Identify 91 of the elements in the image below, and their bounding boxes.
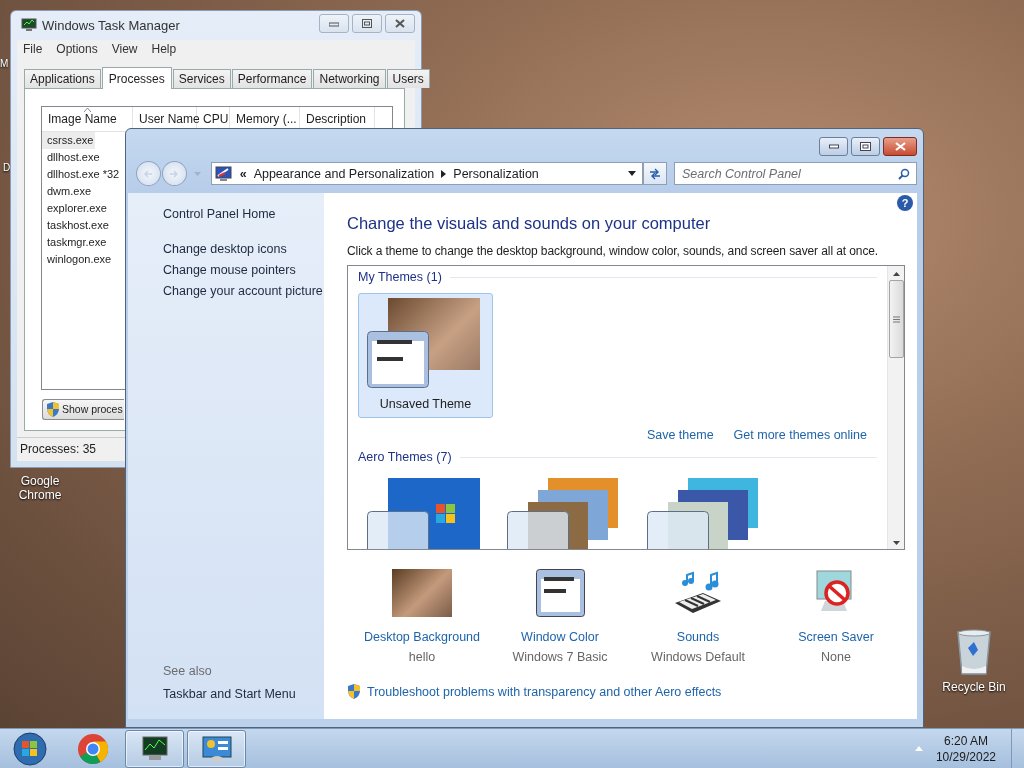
tab[interactable]: Performance	[231, 68, 313, 88]
show-processes-button[interactable]: Show proces	[42, 398, 124, 420]
process-row[interactable]: taskhost.exe	[42, 216, 111, 234]
desktop-icon-label[interactable]: D	[3, 162, 11, 173]
search-field[interactable]: Search Control Panel	[674, 162, 917, 185]
windows-logo-icon	[13, 731, 47, 766]
tab[interactable]: Applications	[24, 68, 101, 88]
setting-link[interactable]: Desktop Background	[363, 630, 480, 644]
theme-link[interactable]: Get more themes online	[733, 428, 867, 442]
setting-value: hello	[408, 650, 436, 664]
process-row[interactable]: winlogon.exe	[42, 250, 114, 268]
scroll-down-arrow-icon[interactable]	[892, 541, 900, 545]
process-row[interactable]: dllhost.exe *32	[42, 165, 122, 183]
chrome-icon	[76, 732, 109, 765]
shield-icon	[46, 401, 60, 417]
menu-item[interactable]: Options	[56, 42, 98, 57]
setting-value: None	[821, 650, 851, 664]
back-arrow-icon	[143, 169, 154, 178]
scrollbar[interactable]	[887, 266, 904, 549]
window-title: Windows Task Manager	[42, 17, 180, 33]
recycle-bin-icon[interactable]	[954, 628, 994, 676]
tab[interactable]: Processes	[101, 66, 172, 89]
process-row[interactable]: dllhost.exe	[42, 148, 102, 166]
menu-item[interactable]: File	[23, 42, 43, 57]
group-heading: Aero Themes (7)	[358, 450, 452, 464]
sidebar-link[interactable]: Control Panel Home	[163, 207, 324, 221]
tab[interactable]: Users	[386, 68, 430, 88]
troubleshoot-link[interactable]: Troubleshoot problems with transparency and other Aero effects	[367, 684, 722, 699]
photo-placeholder[interactable]	[392, 569, 452, 617]
maximize-button[interactable]	[352, 14, 382, 33]
maximize-icon	[362, 19, 372, 28]
window-color-icon[interactable]	[535, 569, 585, 617]
setting-link[interactable]: Window Color	[521, 630, 599, 644]
minimize-icon	[828, 144, 839, 149]
dropdown-arrow-icon[interactable]	[628, 171, 637, 176]
close-button[interactable]	[385, 14, 415, 33]
desktop-icon-label[interactable]: Recycle Bin	[942, 680, 1006, 694]
process-row[interactable]: dwm.exe	[42, 182, 94, 200]
maximize-icon	[860, 142, 871, 151]
theme-tile[interactable]: Unsaved Theme	[358, 293, 493, 418]
setting-value: Windows Default	[651, 650, 745, 664]
desktop-icon-label[interactable]: M	[0, 58, 9, 69]
control-panel-icon	[200, 734, 233, 763]
forward-arrow-icon	[169, 169, 180, 178]
close-icon	[395, 19, 405, 28]
breadcrumb-overflow[interactable]: «	[239, 166, 247, 181]
intro-text: Click a theme to change the desktop background, window color, sounds, and screen saver all at once.	[347, 244, 880, 258]
start-button[interactable]	[10, 729, 50, 768]
menu-item[interactable]: View	[111, 42, 138, 57]
scroll-thumb[interactable]	[888, 280, 904, 358]
help-button[interactable]: ?	[897, 195, 913, 211]
tab[interactable]: Services	[172, 68, 231, 88]
grip-icon	[892, 315, 900, 323]
process-row[interactable]: explorer.exe	[42, 199, 109, 217]
taskbar-button[interactable]	[187, 729, 246, 768]
theme-link[interactable]: Save theme	[646, 428, 714, 442]
close-button[interactable]	[883, 137, 917, 156]
shield-icon	[347, 684, 361, 699]
sidebar-link[interactable]: Change desktop icons	[163, 242, 324, 256]
setting-link[interactable]: Sounds	[676, 630, 720, 644]
sidebar-link[interactable]: Taskbar and Start Menu	[163, 687, 324, 701]
sidebar-link[interactable]: Change mouse pointers	[163, 263, 324, 277]
breadcrumb-item[interactable]: Appearance and Personalization	[253, 166, 435, 181]
desktop-icon-label[interactable]: Google Chrome	[10, 474, 70, 502]
control-panel-icon	[214, 165, 233, 182]
taskbar-button[interactable]	[125, 729, 184, 768]
address-bar[interactable]: « Appearance and Personalization Personalization	[210, 162, 644, 185]
group-heading: My Themes (1)	[358, 270, 442, 284]
refresh-arrows-icon	[648, 167, 663, 180]
clock[interactable]: 6:20 AM 10/29/2022	[935, 732, 996, 765]
refresh-button[interactable]	[643, 162, 667, 185]
minimize-button[interactable]	[819, 137, 848, 156]
sidebar-link[interactable]: Change your account picture	[163, 284, 324, 298]
page-heading: Change the visuals and sounds on your computer	[347, 214, 712, 233]
minimize-icon	[329, 20, 339, 27]
monitor-icon	[21, 18, 37, 33]
setting-value: Windows 7 Basic	[512, 650, 608, 664]
search-icon	[898, 168, 910, 180]
see-also-heading: See also	[163, 664, 213, 678]
chevron-right-icon[interactable]	[441, 169, 447, 178]
process-row[interactable]: taskmgr.exe	[42, 233, 109, 251]
theme-name: Unsaved Theme	[379, 397, 472, 411]
tab[interactable]: Networking	[313, 68, 386, 88]
window-preview-drawing	[367, 331, 429, 388]
monitor-graph-icon	[139, 734, 170, 763]
menu-item[interactable]: Help	[151, 42, 177, 57]
setting-link[interactable]: Screen Saver	[798, 630, 874, 644]
maximize-button[interactable]	[851, 137, 880, 156]
scroll-up-arrow-icon[interactable]	[892, 272, 900, 276]
breadcrumb-item[interactable]: Personalization	[453, 166, 539, 181]
close-icon	[894, 142, 906, 151]
